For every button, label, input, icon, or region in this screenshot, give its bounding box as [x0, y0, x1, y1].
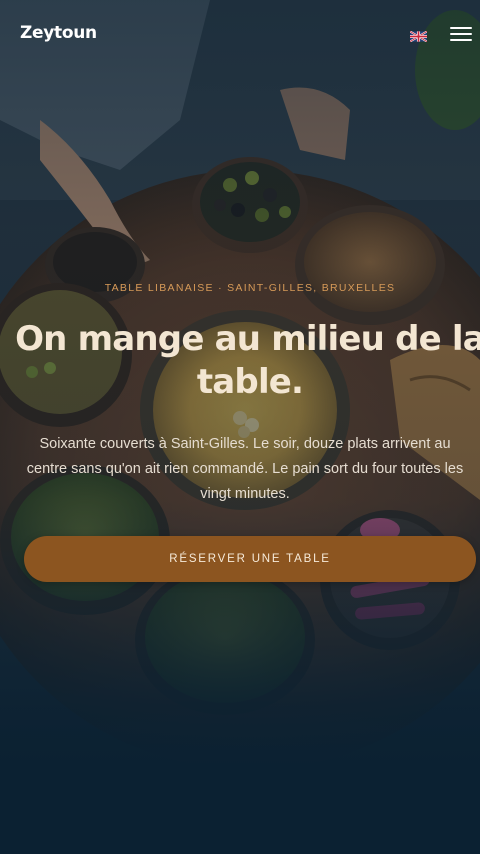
- hero-headline: On mange au milieu de la table.: [15, 319, 480, 402]
- page: Zeytoun TABLE LIBANAISE · SAINT-GILLES, …: [0, 0, 480, 854]
- page-bottom-section: [0, 768, 480, 854]
- hamburger-icon-line-top: [450, 27, 472, 29]
- site-logo[interactable]: Zeytoun: [20, 23, 97, 43]
- hero-description: Soixante couverts à Saint-Gilles. Le soi…: [26, 436, 464, 502]
- hamburger-icon-line-bottom: [450, 39, 472, 41]
- uk-flag-icon[interactable]: [409, 27, 428, 43]
- reserve-table-button[interactable]: RÉSERVER UNE TABLE: [24, 536, 476, 582]
- site-header: Zeytoun: [0, 0, 480, 70]
- hamburger-menu-button[interactable]: [448, 25, 474, 43]
- hero-eyebrow: TABLE LIBANAISE · SAINT-GILLES, BRUXELLE…: [104, 282, 396, 294]
- hamburger-icon-line-middle: [450, 33, 472, 35]
